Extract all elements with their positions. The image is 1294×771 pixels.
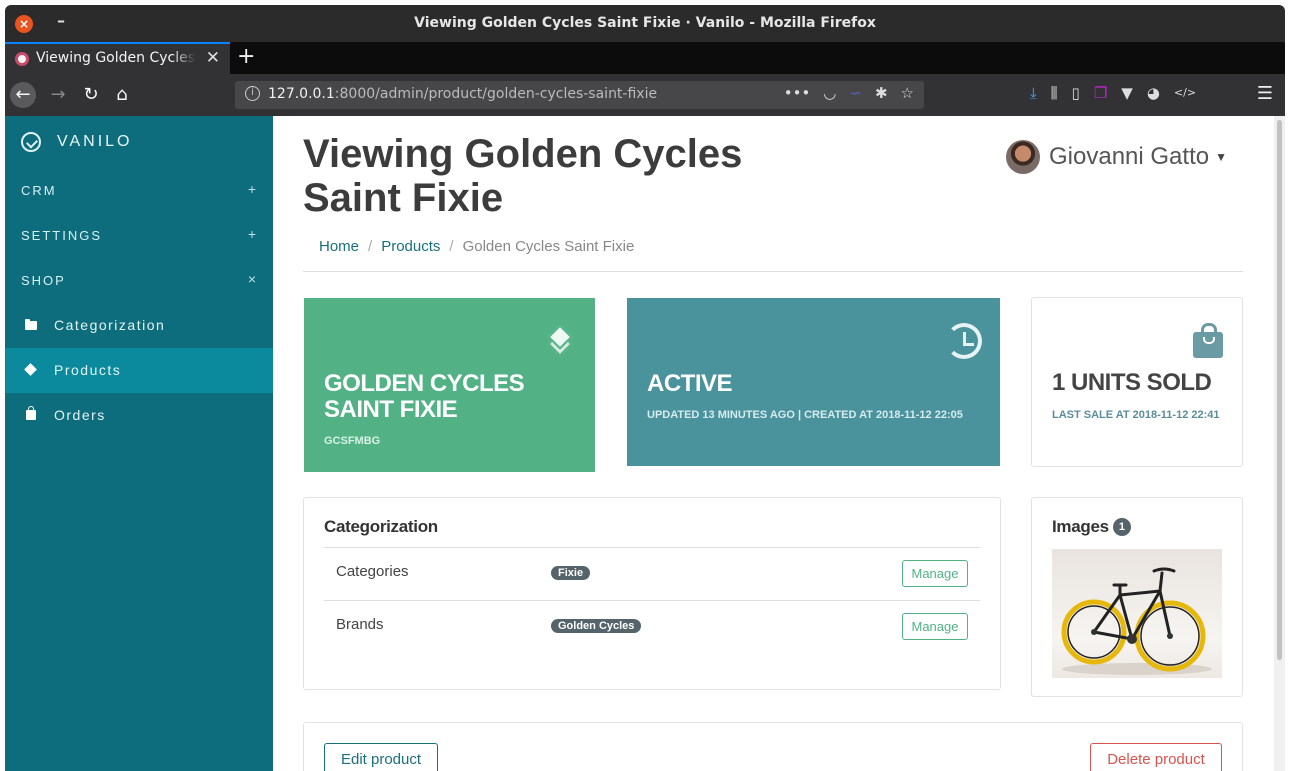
sidebar-group-label: CRM <box>21 183 57 198</box>
page-scrollbar[interactable] <box>1274 116 1285 771</box>
page-actions-icon[interactable]: ••• <box>784 84 811 102</box>
site-info-icon[interactable]: i <box>245 86 260 101</box>
favicon-icon <box>15 52 29 66</box>
tab-label: Viewing Golden Cycles Saint Fixie <box>36 50 196 66</box>
sidebar-item-label: Orders <box>54 407 106 423</box>
sidebar-toggle-icon[interactable]: ▯ <box>1072 84 1080 102</box>
breadcrumb-home[interactable]: Home <box>319 238 359 271</box>
url-text[interactable]: 127.0.0.1:8000/admin/product/golden-cycl… <box>268 86 657 102</box>
manage-categories-button[interactable]: Manage <box>902 560 968 587</box>
sidebar-group-label: SHOP <box>21 273 66 288</box>
row-label: Brands <box>336 616 384 633</box>
product-sku: GCSFMBG <box>324 435 381 447</box>
product-name: GOLDEN CYCLES SAINT FIXIE <box>324 370 525 423</box>
url-bar[interactable]: i 127.0.0.1:8000/admin/product/golden-cy… <box>235 81 924 109</box>
container-icon[interactable]: ❐ <box>1094 84 1107 102</box>
brand-badge: Golden Cycles <box>551 619 642 633</box>
breadcrumb-separator: / <box>449 238 454 255</box>
devtools-icon[interactable]: </> <box>1174 86 1196 102</box>
back-button[interactable]: ← <box>10 82 36 108</box>
layers-icon <box>545 324 575 357</box>
units-sold: 1 UNITS SOLD <box>1052 369 1212 396</box>
units-sold-card: 1 UNITS SOLD LAST SALE AT 2018-11-12 22:… <box>1031 297 1243 467</box>
vue-devtools-icon[interactable]: ▼ <box>1121 84 1133 102</box>
last-sale: LAST SALE AT 2018-11-12 22:41 <box>1052 409 1220 421</box>
vanilo-logo-icon <box>21 132 41 152</box>
sidebar-group-settings[interactable]: SETTINGS + <box>5 213 273 258</box>
tab-close-icon[interactable]: ✕ <box>206 48 220 68</box>
new-tab-button[interactable]: + <box>237 44 255 69</box>
reader-icon[interactable]: ∽ <box>849 84 862 102</box>
navigation-toolbar: ← → ↻ ⌂ i 127.0.0.1:8000/admin/product/g… <box>5 74 1285 116</box>
sidebar-item-categorization[interactable]: Categorization <box>5 303 273 348</box>
page-title: Viewing Golden Cycles Saint Fixie <box>303 132 743 220</box>
avatar <box>1006 140 1040 174</box>
sidebar-group-shop[interactable]: SHOP × <box>5 258 273 303</box>
main-content: Viewing Golden Cycles Saint Fixie Giovan… <box>273 116 1273 771</box>
user-name: Giovanni Gatto <box>1049 143 1210 170</box>
window-title: Viewing Golden Cycles Saint Fixie · Vani… <box>414 15 876 31</box>
panel-title: Categorization <box>324 517 438 536</box>
sidebar-group-crm[interactable]: CRM + <box>5 168 273 213</box>
sidebar-group-label: SETTINGS <box>21 228 103 243</box>
shopping-bag-icon <box>26 406 36 420</box>
browser-tab[interactable]: Viewing Golden Cycles Saint Fixie ✕ <box>5 42 230 74</box>
expand-icon[interactable]: + <box>248 181 258 197</box>
product-actions-panel: Edit product Delete product <box>303 722 1243 771</box>
brand-name: VANILO <box>57 133 133 150</box>
category-badge: Fixie <box>551 566 591 580</box>
edit-product-button[interactable]: Edit product <box>324 743 438 771</box>
product-status: ACTIVE <box>647 370 733 397</box>
extension-icon[interactable]: ◕ <box>1147 84 1160 102</box>
product-name-card: GOLDEN CYCLES SAINT FIXIE GCSFMBG <box>304 298 595 472</box>
scrollbar-thumb[interactable] <box>1277 120 1282 660</box>
sidebar-item-label: Categorization <box>54 317 166 333</box>
caret-down-icon: ▼ <box>1215 150 1227 164</box>
history-icon <box>946 323 982 359</box>
collapse-icon[interactable]: × <box>248 271 258 287</box>
categorization-panel: Categorization Categories Fixie Manage B… <box>303 497 1001 690</box>
breadcrumb-current: Golden Cycles Saint Fixie <box>462 238 635 255</box>
hamburger-menu-icon[interactable]: ☰ <box>1257 83 1273 104</box>
layers-icon <box>24 363 37 376</box>
breadcrumb-products[interactable]: Products <box>381 238 440 271</box>
url-actions: ••• ◡ ∽ ✱ ☆ <box>784 84 914 102</box>
delete-product-button[interactable]: Delete product <box>1090 743 1222 771</box>
download-icon[interactable]: ⤓ <box>1030 84 1037 102</box>
pocket-icon[interactable]: ◡ <box>823 84 836 102</box>
row-label: Categories <box>336 563 409 580</box>
bookmark-star-icon[interactable]: ☆ <box>901 84 914 102</box>
panel-title: Images 1 <box>1052 517 1131 537</box>
sidebar-item-products[interactable]: Products <box>5 348 273 393</box>
home-button[interactable]: ⌂ <box>109 82 135 108</box>
manage-brands-button[interactable]: Manage <box>902 613 968 640</box>
breadcrumb: Home / Products / Golden Cycles Saint Fi… <box>303 238 1243 272</box>
shopping-bag-icon <box>1193 323 1223 358</box>
bicycle-image <box>1061 567 1212 675</box>
expand-icon[interactable]: + <box>248 226 258 242</box>
sidebar-item-orders[interactable]: Orders <box>5 393 273 438</box>
images-panel: Images 1 <box>1031 497 1243 697</box>
folder-icon <box>25 319 37 330</box>
brands-row: Brands Golden Cycles Manage <box>324 600 980 653</box>
status-timestamps: UPDATED 13 MINUTES AGO | CREATED AT 2018… <box>647 409 963 421</box>
reload-button[interactable]: ↻ <box>78 82 104 108</box>
forward-button[interactable]: → <box>45 82 71 108</box>
categories-row: Categories Fixie Manage <box>324 547 980 600</box>
admin-sidebar: VANILO CRM + SETTINGS + SHOP × Categoriz… <box>5 116 273 771</box>
brand[interactable]: VANILO <box>21 132 133 152</box>
product-status-card: ACTIVE UPDATED 13 MINUTES AGO | CREATED … <box>627 298 1000 466</box>
toolbar-icons: ⤓ ⫼ ▯ ❐ ▼ ◕ </> <box>1030 84 1196 102</box>
image-count-badge: 1 <box>1112 518 1131 536</box>
product-image[interactable] <box>1052 549 1222 678</box>
sidebar-item-label: Products <box>54 362 122 378</box>
breadcrumb-separator: / <box>368 238 373 255</box>
library-icon[interactable]: ⫼ <box>1051 84 1058 102</box>
tab-strip: Viewing Golden Cycles Saint Fixie ✕ + <box>5 42 1285 74</box>
window-titlebar: × – Viewing Golden Cycles Saint Fixie · … <box>5 5 1285 42</box>
bug-icon[interactable]: ✱ <box>875 84 888 102</box>
user-menu[interactable]: Giovanni Gatto ▼ <box>1006 140 1227 174</box>
